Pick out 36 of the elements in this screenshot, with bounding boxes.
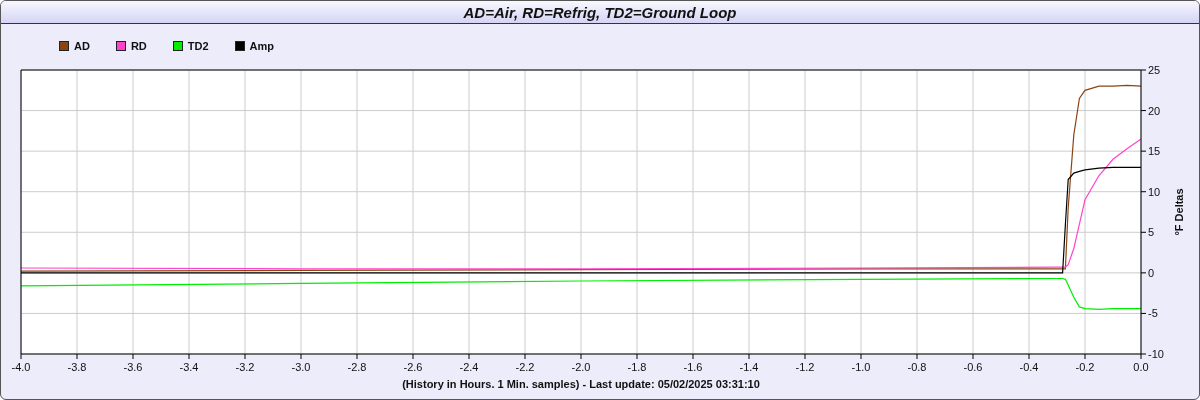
tick-label: 10: [1148, 185, 1161, 198]
tick-label: -2.8: [347, 361, 367, 373]
tick-label: 0: [1148, 266, 1155, 279]
window-title: AD=Air, RD=Refrig, TD2=Ground Loop: [1, 1, 1199, 24]
tick-label: -0.4: [1019, 361, 1039, 373]
tick-label: -3.4: [179, 361, 199, 373]
tick-label: -1.8: [627, 361, 647, 373]
tick-label: -0.6: [963, 361, 983, 373]
tick-label: 15: [1148, 145, 1161, 158]
tick-label: 0.0: [1133, 361, 1149, 373]
tick-label: -3.8: [67, 361, 87, 373]
tick-label: -2.6: [403, 361, 423, 373]
axis-title: (History in Hours. 1 Min. samples) - Last update: 05/02/2025 03:31:10: [402, 378, 760, 390]
tick-label: -3.0: [291, 361, 311, 373]
legend-label: Amp: [249, 40, 274, 52]
tick-label: 5: [1148, 226, 1155, 239]
tick-label: -1.4: [739, 361, 759, 373]
tick-label: 25: [1148, 64, 1161, 76]
tick-label: 20: [1148, 104, 1161, 117]
tick-label: -1.0: [851, 361, 871, 373]
legend-label: RD: [130, 40, 147, 52]
legend-label: TD2: [187, 40, 209, 52]
tick-label: -2.2: [515, 361, 535, 373]
tick-label: -0.2: [1075, 361, 1095, 373]
tick-label: -3.6: [123, 361, 143, 373]
legend-label: AD: [74, 40, 90, 52]
tick-label: -2.4: [459, 361, 479, 373]
tick-label: -10: [1148, 348, 1164, 360]
tick-label: -0.8: [907, 361, 927, 373]
tick-label: -2.0: [571, 361, 591, 373]
axis-title: °F Deltas: [1173, 188, 1185, 236]
tick-label: -1.2: [795, 361, 815, 373]
tick-label: -5: [1148, 307, 1158, 320]
tick-label: -3.2: [235, 361, 255, 373]
tick-label: -4.0: [11, 361, 31, 373]
tick-label: -1.6: [683, 361, 703, 373]
